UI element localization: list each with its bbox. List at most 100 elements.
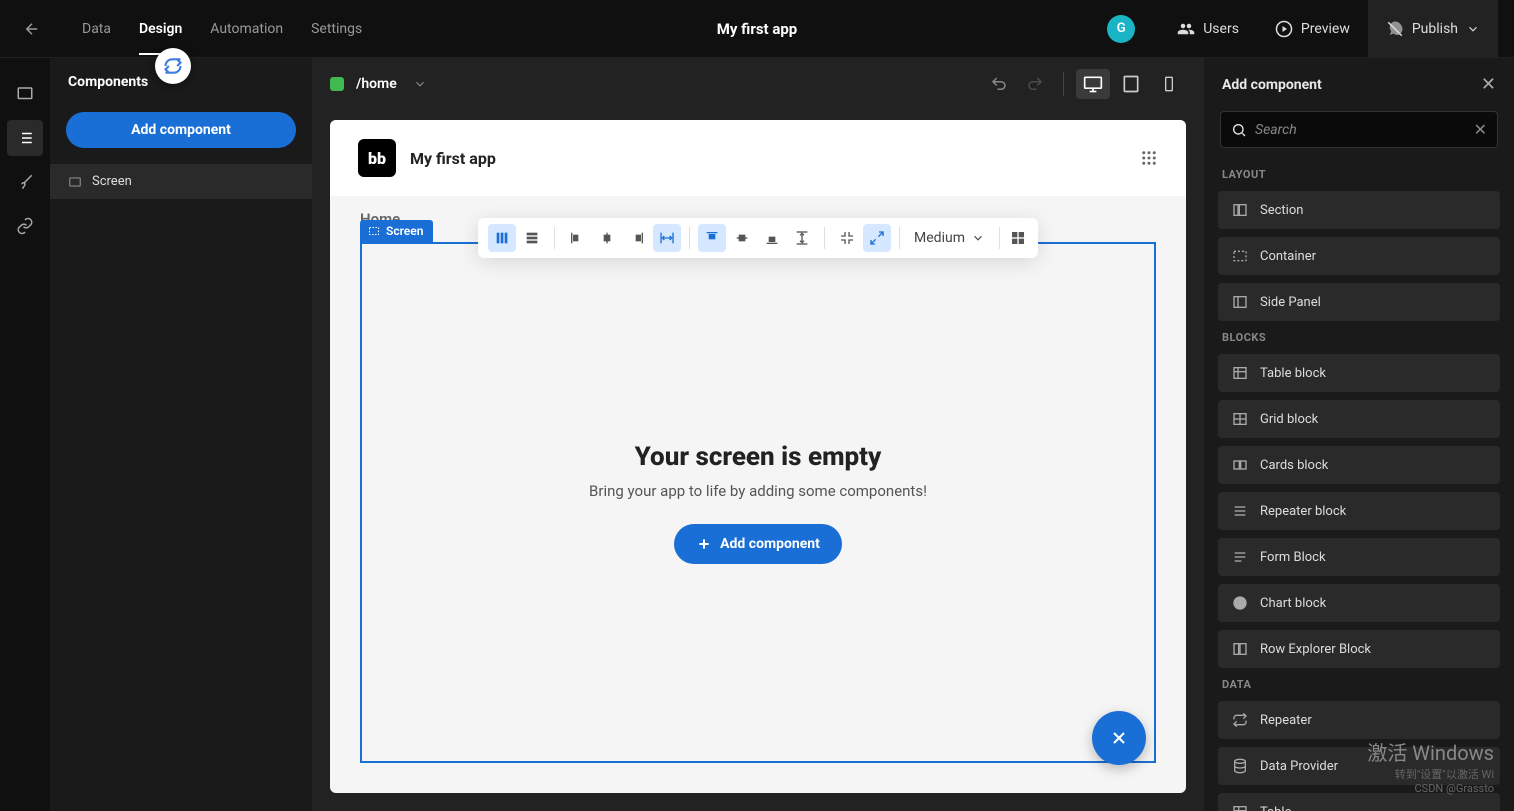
top-tabs: Data Design Automation Settings [68,3,376,55]
component-table-block[interactable]: Table block [1218,354,1500,392]
undo-icon [990,75,1008,93]
rail-screens[interactable] [7,76,43,112]
preview-menu-button[interactable] [1140,149,1158,167]
sync-badge[interactable] [155,48,191,84]
device-desktop[interactable] [1076,69,1110,99]
add-component-button-left[interactable]: Add component [66,112,296,148]
table-simple-icon [1232,804,1248,811]
container-icon [1232,248,1248,264]
screen-dashed-icon [368,225,380,237]
right-panel-header: Add component ✕ [1204,58,1514,111]
device-mobile[interactable] [1152,69,1186,99]
component-section[interactable]: Section [1218,191,1500,229]
justify-end[interactable] [623,224,651,252]
size-shrink[interactable] [833,224,861,252]
close-panel-button[interactable]: ✕ [1481,74,1496,95]
direction-column[interactable] [518,224,546,252]
grid-icon [1140,149,1158,167]
component-repeater-block[interactable]: Repeater block [1218,492,1500,530]
component-label: Side Panel [1260,295,1321,310]
add-component-button-canvas[interactable]: Add component [674,524,842,564]
device-tablet[interactable] [1114,69,1148,99]
more-layout[interactable] [1004,224,1032,252]
right-panel: Add component ✕ ✕ LAYOUT Section Contain… [1204,58,1514,811]
shrink-icon [839,230,855,246]
rail-theme[interactable] [7,164,43,200]
rail-links[interactable] [7,208,43,244]
tab-data[interactable]: Data [68,3,125,55]
separator [1063,72,1064,96]
component-form-block[interactable]: Form Block [1218,538,1500,576]
brush-icon [16,173,34,191]
component-grid-block[interactable]: Grid block [1218,400,1500,438]
chevron-down-icon[interactable] [413,77,427,91]
screen-container[interactable]: Screen Your screen is empty Bring your a… [360,242,1156,763]
tree-screen-label: Screen [92,174,132,189]
tree-screen[interactable]: Screen [50,164,312,199]
component-side-panel[interactable]: Side Panel [1218,283,1500,321]
cards-icon [1232,457,1248,473]
users-label: Users [1203,21,1239,37]
direction-row[interactable] [488,224,516,252]
desktop-icon [1083,74,1103,94]
database-icon [1232,758,1248,774]
back-button[interactable] [16,13,48,45]
align-middle[interactable] [728,224,756,252]
users-button[interactable]: Users [1159,0,1257,58]
layout-toolbar: Medium [478,218,1038,258]
top-bar: Data Design Automation Settings My first… [0,0,1514,58]
rail-components[interactable] [7,120,43,156]
search-input[interactable] [1255,122,1466,138]
align-bottom-icon [764,230,780,246]
empty-state-title: Your screen is empty [635,442,882,472]
justify-center[interactable] [593,224,621,252]
screen-tag[interactable]: Screen [360,220,433,242]
component-data-provider[interactable]: Data Provider [1218,747,1500,785]
canvas-viewport: bb My first app Home [312,110,1204,811]
component-repeater[interactable]: Repeater [1218,701,1500,739]
plus-icon [696,536,712,552]
grid-icon [1232,411,1248,427]
align-bottom[interactable] [758,224,786,252]
redo-icon [1026,75,1044,93]
top-left: Data Design Automation Settings [16,3,376,55]
redo-button[interactable] [1019,68,1051,100]
tab-automation[interactable]: Automation [196,3,297,55]
empty-state-subtitle: Bring your app to life by adding some co… [589,482,927,500]
component-row-explorer-block[interactable]: Row Explorer Block [1218,630,1500,668]
component-label: Data Provider [1260,759,1338,774]
gap-select-label: Medium [914,230,965,246]
component-table[interactable]: Table [1218,793,1500,811]
icon-rail [0,58,50,811]
preview-button[interactable]: Preview [1257,0,1368,58]
component-container[interactable]: Container [1218,237,1500,275]
component-cards-block[interactable]: Cards block [1218,446,1500,484]
right-panel-title: Add component [1222,77,1322,93]
category-layout: LAYOUT [1204,162,1514,187]
justify-stretch[interactable] [653,224,681,252]
gap-select[interactable]: Medium [904,230,995,246]
tab-design[interactable]: Design [125,3,196,55]
route-name[interactable]: /home [356,76,397,92]
align-top[interactable] [698,224,726,252]
fab-close[interactable] [1092,711,1146,765]
undo-button[interactable] [983,68,1015,100]
component-label: Chart block [1260,596,1326,611]
publish-button[interactable]: Publish [1368,0,1498,58]
align-right-icon [629,230,645,246]
empty-button-label: Add component [720,536,820,552]
justify-start[interactable] [563,224,591,252]
user-avatar[interactable]: G [1107,15,1135,43]
repeater-icon [1232,503,1248,519]
component-chart-block[interactable]: Chart block [1218,584,1500,622]
tab-settings[interactable]: Settings [297,3,376,55]
align-stretch-v[interactable] [788,224,816,252]
component-label: Section [1260,203,1303,218]
size-grow[interactable] [863,224,891,252]
chart-icon [1232,595,1248,611]
component-label: Form Block [1260,550,1326,565]
search-clear[interactable]: ✕ [1474,120,1487,139]
app-logo: bb [358,139,396,177]
repeat-icon [1232,712,1248,728]
component-search[interactable]: ✕ [1220,111,1498,148]
